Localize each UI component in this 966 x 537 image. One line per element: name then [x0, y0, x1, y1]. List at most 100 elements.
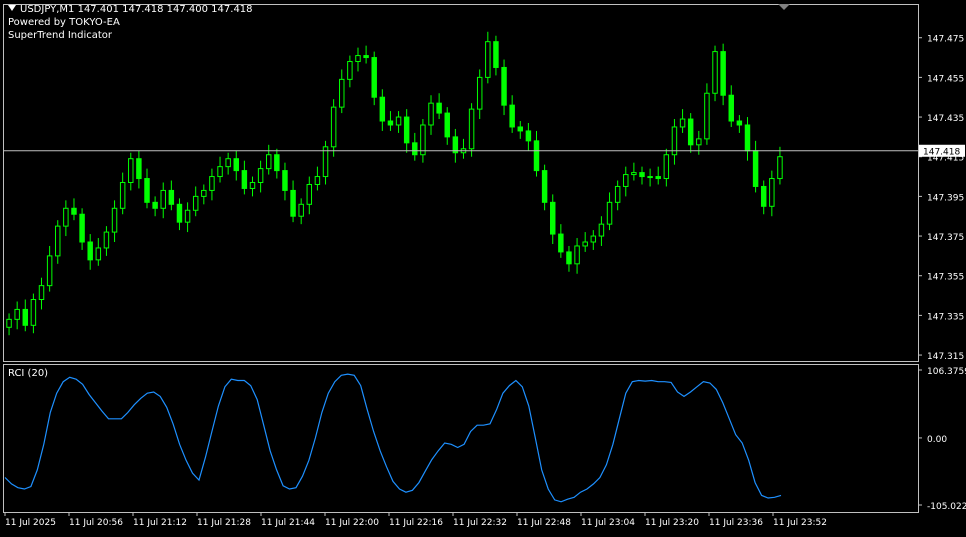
main-panel-frame — [3, 4, 919, 362]
candle-body — [306, 183, 313, 205]
candle-body — [728, 94, 734, 122]
candle-body — [598, 223, 605, 237]
candle-body — [192, 195, 199, 211]
y-tick-label-main: 147.335 — [927, 312, 964, 322]
candle-body — [233, 158, 239, 172]
candle-body — [119, 182, 126, 209]
candle-body — [720, 51, 726, 96]
x-tick-label: 11 Jul 22:32 — [453, 518, 507, 528]
symbol-line: USDJPY,M1 147.401 147.418 147.400 147.41… — [20, 4, 253, 15]
candle-body — [395, 116, 402, 126]
candle-body — [103, 231, 110, 249]
candle-body — [282, 170, 288, 191]
x-tick-label: 11 Jul 22:00 — [325, 518, 379, 528]
candle-body — [249, 182, 256, 189]
candle-body — [760, 185, 767, 207]
candle-body — [347, 61, 353, 80]
y-tick-label-main: 147.355 — [927, 273, 964, 283]
current-price-label: 147.418 — [923, 147, 960, 157]
candle-body — [623, 174, 629, 187]
candle-body — [290, 189, 296, 217]
candle-body — [525, 130, 532, 142]
x-tick-label: 11 Jul 21:28 — [197, 518, 251, 528]
candle-body — [606, 201, 613, 225]
candle-body — [752, 150, 759, 187]
candle-body — [225, 158, 231, 168]
candle-body — [6, 318, 12, 328]
candle-body — [201, 189, 207, 197]
candle-body — [614, 185, 621, 203]
candle-body — [769, 178, 775, 207]
rci-line — [4, 373, 782, 503]
candle-body — [38, 285, 45, 301]
candle-body — [403, 116, 410, 144]
candle-body — [63, 207, 69, 227]
candle-body — [736, 120, 743, 126]
y-tick-label-main: 147.315 — [927, 352, 964, 362]
candle-body — [339, 78, 345, 108]
collapse-triangle-icon[interactable] — [8, 5, 16, 11]
candle-body — [533, 140, 540, 172]
candle-body — [241, 170, 248, 189]
candle-body — [704, 92, 710, 140]
candle-body — [444, 112, 450, 138]
candle-body — [152, 201, 158, 209]
x-tick-label: 11 Jul 22:16 — [389, 518, 443, 528]
y-tick-label-main: 147.455 — [927, 74, 964, 84]
candle-body — [144, 178, 150, 203]
x-tick-label: 11 Jul 21:44 — [261, 518, 315, 528]
y-tick-label-main: 147.475 — [927, 35, 964, 45]
candle-body — [517, 126, 524, 132]
candle-body — [87, 241, 93, 261]
candle-body — [79, 213, 85, 243]
candle-body — [566, 251, 572, 265]
candle-body — [509, 104, 515, 128]
chart-canvas: 147.475147.455147.435147.415147.395147.3… — [3, 4, 966, 528]
candle-body — [696, 138, 702, 146]
candle-body — [314, 176, 321, 185]
candle-body — [541, 170, 548, 203]
candle-body — [371, 57, 377, 98]
candle-body — [355, 55, 361, 63]
candle-body — [655, 176, 661, 180]
candle-body — [22, 308, 29, 326]
candle-body — [136, 158, 142, 180]
candle-body — [128, 158, 134, 183]
candle-body — [95, 247, 102, 261]
indicator-name-label: SuperTrend Indicator — [8, 30, 113, 41]
y-tick-label-rci: -105.0226 — [927, 502, 966, 512]
candle-body — [574, 245, 580, 265]
candle-body — [647, 176, 653, 179]
candle-body — [631, 172, 637, 176]
candle-body — [493, 41, 499, 68]
candle-body — [274, 154, 280, 172]
candle-body — [476, 76, 483, 110]
candle-body — [387, 120, 394, 126]
candle-body — [558, 233, 564, 253]
candle-body — [176, 203, 183, 223]
x-tick-label: 11 Jul 23:04 — [581, 518, 635, 528]
candle-body — [14, 308, 20, 320]
x-tick-label: 11 Jul 20:56 — [69, 518, 123, 528]
x-tick-label: 11 Jul 21:12 — [133, 518, 187, 528]
candle-body — [485, 41, 491, 78]
candle-body — [412, 142, 418, 156]
candle-body — [428, 102, 434, 126]
x-tick-label: 11 Jul 23:20 — [645, 518, 699, 528]
candle-body — [777, 156, 783, 180]
candle-body — [379, 96, 386, 122]
candle-body — [663, 154, 670, 180]
candle-body — [257, 168, 264, 184]
symbol-header[interactable]: USDJPY,M1 147.401 147.418 147.400 147.41… — [8, 4, 253, 15]
x-tick-label: 11 Jul 22:48 — [517, 518, 571, 528]
x-tick-label: 11 Jul 23:52 — [773, 518, 827, 528]
candle-body — [712, 51, 718, 94]
candle-body — [217, 166, 223, 178]
scroll-marker-icon[interactable] — [778, 4, 790, 10]
candle-body — [468, 108, 475, 150]
rci-panel-label: RCI (20) — [8, 368, 49, 379]
candle-body — [30, 299, 37, 326]
powered-by-label: Powered by TOKYO-EA — [8, 17, 120, 28]
candle-body — [582, 241, 588, 247]
y-tick-label-rci: 0.00 — [927, 435, 947, 445]
